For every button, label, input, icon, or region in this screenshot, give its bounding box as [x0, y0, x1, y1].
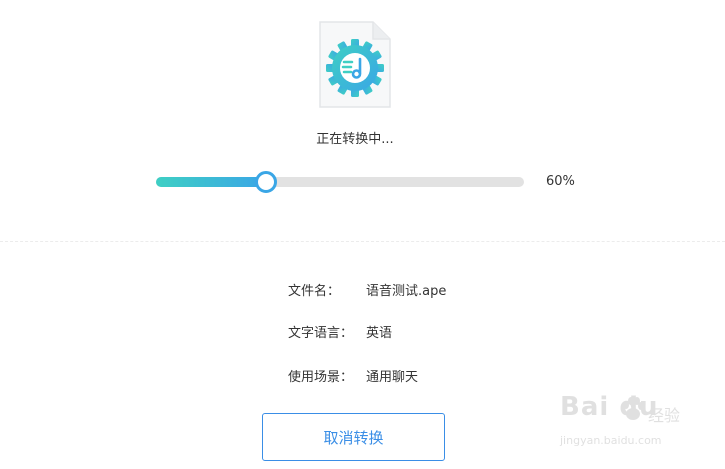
cancel-conversion-button[interactable]: 取消转换 — [262, 413, 445, 461]
scene-label: 使用场景： — [288, 370, 354, 385]
section-divider — [0, 241, 725, 242]
audio-file-gear-icon — [317, 19, 393, 110]
baidu-paw-icon — [623, 397, 644, 420]
conversion-progress-bar — [156, 171, 524, 193]
conversion-status-text: 正在转换中... — [316, 132, 394, 147]
progress-fill — [156, 177, 267, 187]
language-value: 英语 — [366, 326, 393, 341]
progress-percent: 60% — [546, 174, 575, 189]
language-label: 文字语言： — [288, 326, 354, 341]
progress-thumb — [255, 171, 278, 193]
scene-value: 通用聊天 — [366, 370, 419, 385]
filename-label: 文件名： — [288, 284, 341, 299]
watermark-url: jingyan.baidu.com — [560, 434, 662, 447]
baidu-jingyan-watermark: Bai du 经验 jingyan.baidu.com — [560, 392, 720, 464]
watermark-brand-cn: 经验 — [648, 406, 681, 425]
filename-value: 语音测试.ape — [366, 284, 447, 299]
